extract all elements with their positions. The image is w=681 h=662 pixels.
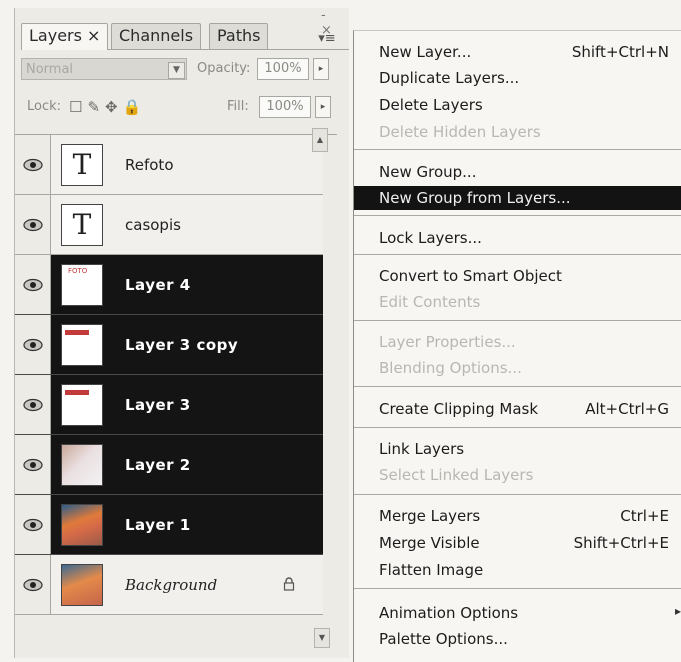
- opacity-input[interactable]: 100%: [257, 58, 309, 80]
- layer-name: Background: [125, 576, 218, 594]
- menu-item-duplicate-layers[interactable]: Duplicate Layers...: [354, 66, 681, 90]
- layer-name: Layer 2: [125, 456, 191, 474]
- layer-row-background[interactable]: Background: [15, 555, 323, 615]
- menu-item-label: Create Clipping Mask: [379, 400, 539, 418]
- menu-item-animation-options[interactable]: Animation Options: [354, 601, 681, 625]
- layer-name: Layer 1: [125, 516, 191, 534]
- layer-row-refoto[interactable]: T Refoto: [15, 135, 323, 195]
- layers-list: T Refoto T casopis FOTO Layer 4 Layer 3 …: [15, 134, 337, 645]
- blend-mode-select[interactable]: Normal ▼: [21, 58, 187, 80]
- visibility-eye-icon[interactable]: [15, 255, 51, 314]
- menu-item-new-layer[interactable]: New Layer... Shift+Ctrl+N: [354, 40, 681, 64]
- menu-separator: [354, 320, 681, 321]
- chevron-down-icon: ▼: [168, 62, 185, 79]
- layer-thumbnail: [61, 444, 103, 486]
- fill-label: Fill:: [227, 99, 249, 114]
- lock-options-icons[interactable]: ☐✎✥🔒: [69, 98, 146, 116]
- tab-layers[interactable]: Layers ×: [21, 23, 109, 50]
- text-layer-thumbnail-icon: T: [61, 144, 103, 186]
- layer-row-casopis[interactable]: T casopis: [15, 195, 323, 255]
- lock-fill-row: Lock: ☐✎✥🔒 Fill: 100% ▸: [21, 96, 343, 120]
- menu-item-delete-layers[interactable]: Delete Layers: [354, 93, 681, 117]
- menu-item-shortcut: Shift+Ctrl+N: [571, 43, 669, 61]
- menu-item-select-linked-layers: Select Linked Layers: [379, 466, 534, 484]
- tab-channels[interactable]: Channels: [111, 23, 202, 49]
- menu-separator: [354, 427, 681, 428]
- menu-item-link-layers[interactable]: Link Layers: [354, 437, 681, 461]
- menu-item-label: New Layer...: [379, 43, 472, 61]
- menu-item-merge-layers[interactable]: Merge Layers Ctrl+E: [354, 504, 681, 528]
- menu-item-create-clipping-mask[interactable]: Create Clipping Mask Alt+Ctrl+G: [354, 397, 681, 421]
- menu-separator: [354, 588, 681, 589]
- menu-item-shortcut: Ctrl+E: [620, 507, 669, 525]
- layer-thumbnail: [61, 564, 103, 606]
- blend-mode-value: Normal: [26, 62, 74, 77]
- submenu-arrow-icon: ▸: [675, 604, 681, 618]
- menu-item-lock-layers[interactable]: Lock Layers...: [354, 226, 681, 250]
- fill-slider-arrow-icon[interactable]: ▸: [315, 96, 331, 118]
- layer-row-layer-4[interactable]: FOTO Layer 4: [15, 255, 323, 315]
- visibility-eye-icon[interactable]: [15, 135, 51, 194]
- layer-thumbnail: [61, 504, 103, 546]
- visibility-eye-icon[interactable]: [15, 375, 51, 434]
- layer-row-layer-3[interactable]: Layer 3: [15, 375, 323, 435]
- layer-row-layer-3-copy[interactable]: Layer 3 copy: [15, 315, 323, 375]
- opacity-slider-arrow-icon[interactable]: ▸: [313, 58, 329, 80]
- layer-row-layer-1[interactable]: Layer 1: [15, 495, 323, 555]
- layer-thumbnail: [61, 384, 103, 426]
- scroll-down-icon[interactable]: ▼: [314, 628, 330, 648]
- thumbnail-foto-text: FOTO: [68, 267, 88, 275]
- menu-separator: [354, 386, 681, 387]
- menu-item-delete-hidden-layers: Delete Hidden Layers: [379, 123, 541, 141]
- menu-item-new-group[interactable]: New Group...: [354, 160, 681, 184]
- menu-item-edit-contents: Edit Contents: [379, 293, 481, 311]
- visibility-eye-icon[interactable]: [15, 435, 51, 494]
- layer-name: Layer 3 copy: [125, 336, 239, 354]
- menu-item-merge-visible[interactable]: Merge Visible Shift+Ctrl+E: [354, 531, 681, 555]
- layers-panel: - × Layers × Channels Paths ▾≡ Normal ▼ …: [14, 8, 349, 658]
- layer-row-layer-2[interactable]: Layer 2: [15, 435, 323, 495]
- visibility-eye-icon[interactable]: [15, 195, 51, 254]
- layer-name: Layer 4: [125, 276, 191, 294]
- lock-label: Lock:: [27, 99, 62, 114]
- tab-paths[interactable]: Paths: [209, 23, 269, 49]
- menu-item-layer-properties: Layer Properties...: [379, 333, 516, 351]
- layer-name: Refoto: [125, 156, 174, 174]
- layer-thumbnail: [61, 324, 103, 366]
- menu-item-flatten-image[interactable]: Flatten Image: [354, 558, 681, 582]
- scroll-up-icon[interactable]: ▲: [312, 128, 328, 152]
- menu-item-shortcut: Shift+Ctrl+E: [573, 534, 669, 552]
- menu-item-shortcut: Alt+Ctrl+G: [585, 400, 669, 418]
- blend-opacity-row: Normal ▼ Opacity: 100% ▸: [21, 58, 343, 82]
- menu-item-palette-options[interactable]: Palette Options...: [354, 627, 681, 651]
- menu-item-label: Merge Layers: [379, 507, 481, 525]
- menu-separator: [354, 215, 681, 216]
- lock-icon: [283, 577, 295, 591]
- menu-item-label: Merge Visible: [379, 534, 480, 552]
- visibility-eye-icon[interactable]: [15, 495, 51, 554]
- panel-menu-icon[interactable]: ▾≡: [315, 32, 339, 46]
- visibility-eye-icon[interactable]: [15, 315, 51, 374]
- text-layer-thumbnail-icon: T: [61, 204, 103, 246]
- fill-input[interactable]: 100%: [259, 96, 311, 118]
- panel-tabbar: Layers × Channels Paths: [21, 23, 349, 50]
- layer-name: Layer 3: [125, 396, 191, 414]
- menu-separator: [354, 149, 681, 150]
- layer-name: casopis: [125, 216, 181, 234]
- menu-separator: [354, 254, 681, 255]
- opacity-label: Opacity:: [197, 61, 251, 76]
- layers-context-menu: New Layer... Shift+Ctrl+N Duplicate Laye…: [353, 30, 681, 662]
- menu-item-convert-to-smart-object[interactable]: Convert to Smart Object: [354, 264, 681, 288]
- layer-thumbnail: FOTO: [61, 264, 103, 306]
- menu-separator: [354, 494, 681, 495]
- visibility-eye-icon[interactable]: [15, 555, 51, 614]
- menu-item-new-group-from-layers[interactable]: New Group from Layers...: [354, 186, 681, 210]
- menu-item-blending-options: Blending Options...: [379, 359, 522, 377]
